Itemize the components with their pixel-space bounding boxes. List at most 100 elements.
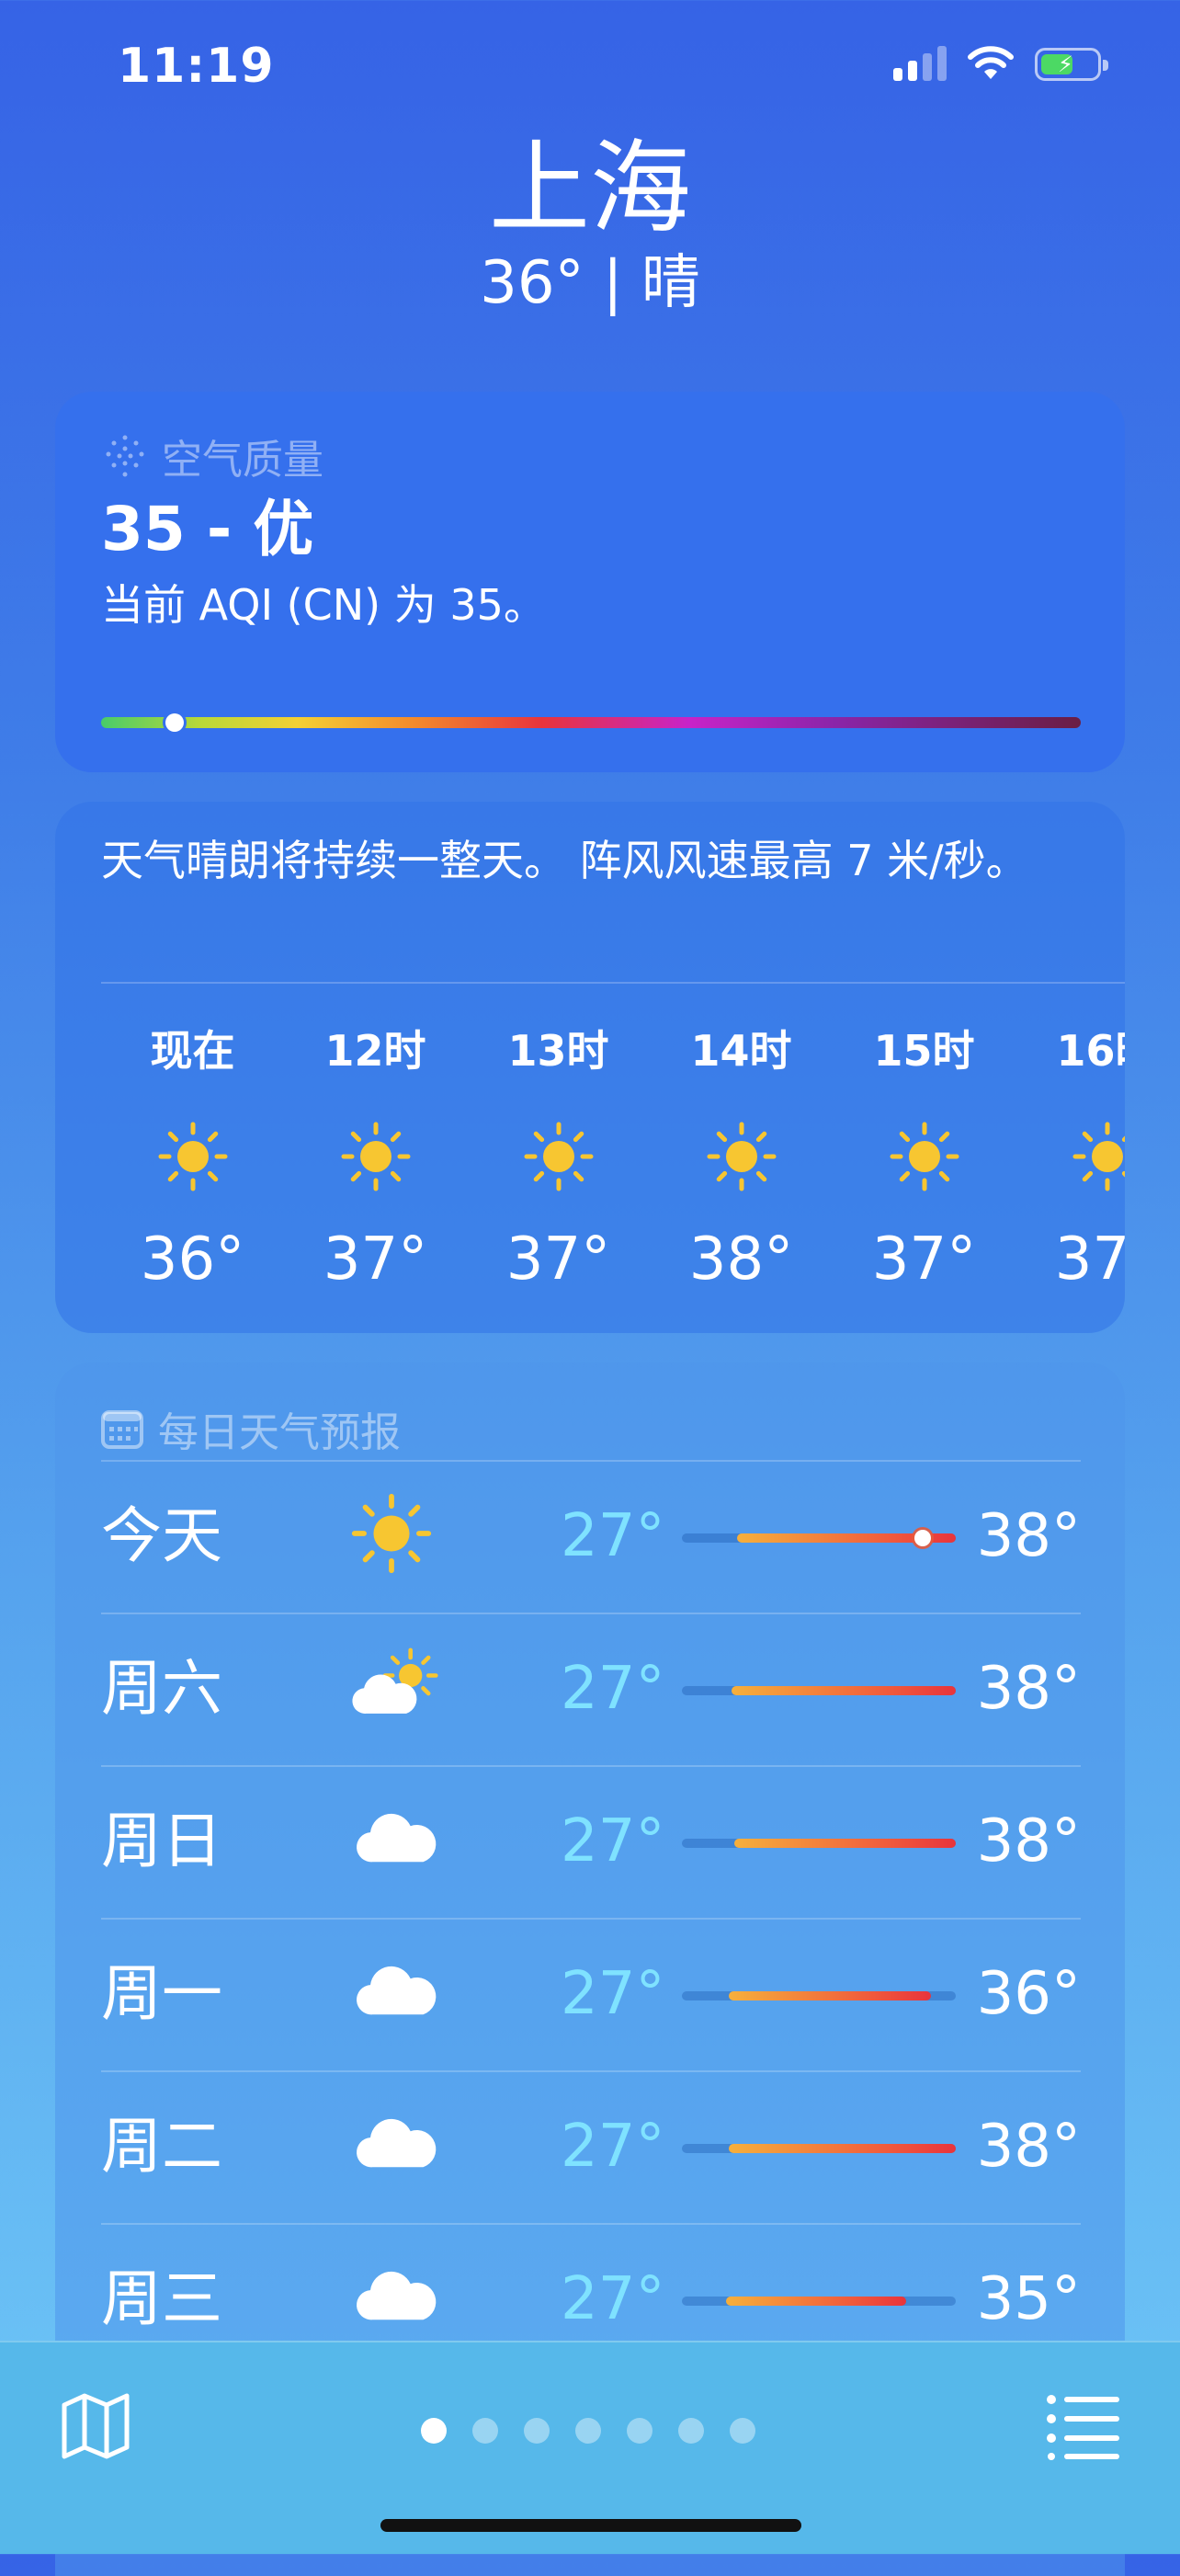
hour-temp: 37° [505, 1225, 611, 1294]
sun-icon [705, 1120, 778, 1193]
row-divider [101, 1613, 1081, 1614]
cloud-icon [349, 2254, 450, 2346]
status-bar: 11:19 ⚡ [0, 0, 1180, 129]
page-indicator[interactable] [421, 2418, 755, 2444]
list-icon[interactable] [1046, 2392, 1119, 2460]
temp-range-bar [682, 1530, 956, 1546]
hour-label: 现在 [150, 1026, 235, 1076]
temp-range-bar [682, 1686, 956, 1695]
home-indicator [380, 2519, 801, 2532]
daily-header: 每日天气预报 [101, 1399, 401, 1458]
cloud-icon [349, 1949, 450, 2041]
day-name: 周二 [101, 2111, 222, 2182]
hour-label: 14时 [690, 1026, 792, 1076]
cloud-icon [349, 2102, 450, 2194]
day-high-temp: 38° [976, 1807, 1081, 1875]
day-low-temp: 27° [561, 2265, 665, 2333]
status-icons: ⚡ [893, 44, 1108, 81]
sun-icon [339, 1120, 413, 1193]
hour-temp: 37° [871, 1225, 977, 1294]
page-dot[interactable] [472, 2418, 498, 2444]
aqi-heading: 空气质量 [162, 437, 323, 484]
hourly-divider [101, 982, 1125, 984]
temp-range-fill [733, 1839, 956, 1848]
temp-range-bar [682, 1839, 956, 1848]
aqi-scale-bar [101, 713, 1081, 732]
temp-range-fill [725, 2297, 907, 2306]
city-name: 上海 [489, 130, 691, 247]
hour-temp: 36° [140, 1225, 245, 1294]
hour-label: 13时 [507, 1026, 609, 1076]
daily-row[interactable]: 周六 27° 38° [101, 1613, 1081, 1765]
status-time: 11:19 [118, 39, 275, 94]
air-quality-card[interactable]: 空气质量 35 - 优 当前 AQI (CN) 为 35。 [55, 392, 1125, 772]
cloud-icon [349, 1796, 450, 1888]
partly-cloudy-icon [349, 1644, 450, 1736]
row-divider [101, 1460, 1081, 1462]
hour-temp: 38° [688, 1225, 794, 1294]
aqi-value: 35 - 优 [101, 494, 314, 564]
sun-icon [522, 1120, 596, 1193]
hour-label: 12时 [324, 1026, 426, 1076]
row-divider [101, 1918, 1081, 1920]
day-low-temp: 27° [561, 1960, 665, 2028]
daily-heading: 每日天气预报 [158, 1409, 401, 1456]
page-dot[interactable] [575, 2418, 601, 2444]
sun-icon [156, 1120, 230, 1193]
map-icon[interactable] [61, 2390, 130, 2460]
hour-temp: 37° [323, 1225, 428, 1294]
temp-range-fill [731, 1686, 956, 1695]
sun-icon [888, 1120, 961, 1193]
day-low-temp: 27° [561, 1655, 665, 1723]
hour-temp: 37° [1054, 1225, 1125, 1294]
current-conditions: 36° | 晴 [480, 249, 700, 317]
bottom-toolbar [0, 2341, 1180, 2554]
hour-item: 12时 37° [284, 1019, 467, 1296]
day-name: 周六 [101, 1653, 222, 1724]
aqi-header: 空气质量 [101, 427, 323, 485]
row-divider [101, 1765, 1081, 1767]
aqi-indicator [165, 713, 184, 732]
hour-item: 16时 37° [1015, 1019, 1125, 1296]
day-high-temp: 35° [976, 2265, 1081, 2333]
forecast-summary: 天气晴朗将持续一整天。 阵风风速最高 7 米/秒。 [101, 836, 1028, 885]
cellular-signal-icon [893, 44, 947, 81]
temp-range-fill [728, 2144, 956, 2153]
hour-item: 13时 37° [467, 1019, 650, 1296]
temp-range-fill [728, 1991, 932, 2000]
hour-label: 15时 [873, 1026, 975, 1076]
day-high-temp: 36° [976, 1960, 1081, 2028]
page-dot[interactable] [678, 2418, 704, 2444]
hourly-list[interactable]: 现在 36° 12时 37° 13时 37° 14时 38° 15时 37° 16时 37° [101, 1019, 1125, 1296]
daily-row[interactable]: 今天 27° 38° [101, 1460, 1081, 1613]
hour-item: 现在 36° [101, 1019, 284, 1296]
hour-item: 14时 38° [650, 1019, 833, 1296]
day-name: 周三 [101, 2263, 222, 2334]
sun-icon [1071, 1120, 1125, 1193]
sun-icon [349, 1491, 450, 1583]
day-low-temp: 27° [561, 1807, 665, 1875]
air-quality-icon [106, 435, 144, 477]
page-dot[interactable] [627, 2418, 652, 2444]
page-dot[interactable] [421, 2418, 447, 2444]
day-name: 周一 [101, 1958, 222, 2029]
hour-label: 16时 [1056, 1026, 1125, 1076]
page-dot[interactable] [730, 2418, 755, 2444]
day-low-temp: 27° [561, 2113, 665, 2181]
day-name: 今天 [101, 1500, 222, 1571]
hour-item: 15时 37° [833, 1019, 1015, 1296]
daily-row[interactable]: 周一 27° 36° [101, 1918, 1081, 2070]
day-name: 周日 [101, 1806, 222, 1876]
battery-icon: ⚡ [1035, 48, 1108, 81]
wifi-icon [968, 46, 1014, 79]
current-temp-marker [914, 1530, 932, 1546]
daily-row[interactable]: 周二 27° 38° [101, 2070, 1081, 2223]
hourly-forecast-card[interactable]: 天气晴朗将持续一整天。 阵风风速最高 7 米/秒。 现在 36° 12时 37° 13时… [55, 802, 1125, 1333]
day-high-temp: 38° [976, 1655, 1081, 1723]
page-dot[interactable] [524, 2418, 550, 2444]
day-high-temp: 38° [976, 2113, 1081, 2181]
row-divider [101, 2070, 1081, 2072]
daily-row[interactable]: 周日 27° 38° [101, 1765, 1081, 1918]
day-high-temp: 38° [976, 1502, 1081, 1570]
temp-range-bar [682, 1991, 956, 2000]
